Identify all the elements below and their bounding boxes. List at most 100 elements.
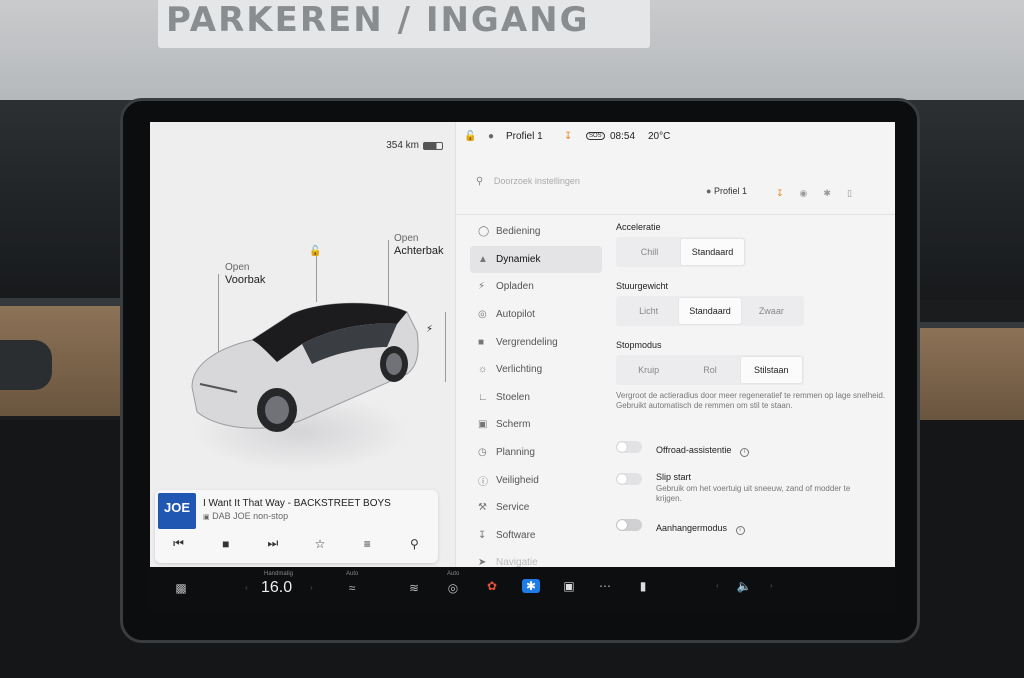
offroad-row: Offroad-assistentie i bbox=[616, 440, 886, 458]
touchscreen: 354 km Open Voorbak Open Achterbak 🔓 ⚡ J… bbox=[150, 122, 895, 567]
menu-item-scherm[interactable]: ▣ Scherm bbox=[470, 411, 602, 439]
menu-label: Veiligheid bbox=[496, 474, 539, 486]
stuurgewicht-segmented-control: Licht Standaard Zwaar bbox=[616, 296, 804, 326]
calendar-icon[interactable]: ▣ bbox=[560, 579, 578, 593]
menu-label: Autopilot bbox=[496, 309, 535, 321]
software-update-icon[interactable]: ↧ bbox=[776, 188, 784, 199]
aanhanger-label: Aanhangermodus bbox=[656, 523, 728, 533]
seat-heater-icon[interactable]: ≈ bbox=[343, 581, 361, 595]
menu-item-planning[interactable]: ◷ Planning bbox=[470, 439, 602, 467]
download-icon[interactable]: ↧ bbox=[564, 131, 572, 142]
car-panel: 354 km Open Voorbak Open Achterbak 🔓 ⚡ J… bbox=[150, 122, 455, 567]
charge-port-bolt-icon[interactable]: ⚡ bbox=[426, 324, 433, 335]
menu-item-navigatie[interactable]: ➤ Navigatie bbox=[470, 549, 602, 567]
media-player[interactable]: JOE I Want It That Way - BACKSTREET BOYS… bbox=[155, 490, 438, 563]
seat-icon: ∟ bbox=[478, 391, 488, 403]
stuurgewicht-standaard-option[interactable]: Standaard bbox=[679, 298, 741, 324]
temp-up-chevron-icon[interactable]: › bbox=[310, 583, 313, 592]
equalizer-icon[interactable]: ≡ bbox=[355, 537, 379, 551]
settings-profile-name: Profiel 1 bbox=[713, 186, 747, 196]
slip-start-label: Slip start bbox=[656, 472, 692, 482]
info-icon[interactable]: i bbox=[739, 448, 749, 457]
menu-item-stoelen[interactable]: ∟ Stoelen bbox=[470, 384, 602, 412]
menu-item-bediening[interactable]: ◯ Bediening bbox=[470, 218, 602, 246]
car-icon[interactable]: ▩ bbox=[172, 581, 190, 595]
aanhangermodus-toggle[interactable] bbox=[616, 519, 642, 531]
menu-item-vergrendeling[interactable]: ■ Vergrendeling bbox=[470, 328, 602, 356]
bolt-icon: ⚡ bbox=[478, 281, 486, 293]
wrench-icon: ⚒ bbox=[478, 502, 487, 514]
lte-signal-icon[interactable]: ▯ bbox=[847, 188, 852, 199]
menu-item-autopilot[interactable]: ◎ Autopilot bbox=[470, 301, 602, 329]
station-text: DAB JOE non-stop bbox=[212, 511, 289, 521]
offroad-label: Offroad-assistentie bbox=[656, 445, 732, 455]
slip-start-row: Slip start Gebruik om het voertuig uit s… bbox=[616, 472, 886, 504]
menu-item-opladen[interactable]: ⚡ Opladen bbox=[470, 273, 602, 301]
slip-start-toggle[interactable] bbox=[616, 473, 642, 485]
acceleratie-chill-option[interactable]: Chill bbox=[618, 239, 681, 265]
previous-track-icon[interactable]: ⏮ bbox=[167, 536, 191, 551]
menu-item-software[interactable]: ↧ Software bbox=[470, 522, 602, 550]
stopmodus-rol-option[interactable]: Rol bbox=[679, 357, 740, 383]
menu-item-service[interactable]: ⚒ Service bbox=[470, 494, 602, 522]
menu-label: Vergrendeling bbox=[496, 336, 558, 348]
menu-label: Navigatie bbox=[496, 557, 538, 567]
seat-heater-mode-label: Auto bbox=[346, 571, 359, 577]
trunk-open-button[interactable]: Open Achterbak bbox=[394, 233, 444, 257]
stuurgewicht-licht-option[interactable]: Licht bbox=[618, 298, 679, 324]
cabin-temperature[interactable]: 16.0 bbox=[261, 579, 292, 597]
volume-icon[interactable]: 🔈 bbox=[735, 579, 753, 593]
temp-down-chevron-icon[interactable]: ‹ bbox=[245, 583, 248, 592]
stop-icon[interactable]: ■ bbox=[214, 537, 238, 551]
stopmodus-segmented-control: Kruip Rol Stilstaan bbox=[616, 355, 804, 385]
stopmodus-stilstaan-option[interactable]: Stilstaan bbox=[740, 357, 802, 383]
steering-stalk bbox=[0, 340, 52, 390]
radio-icon: ▣ bbox=[203, 514, 210, 521]
owners-manual-icon[interactable]: ▮ bbox=[634, 579, 652, 593]
trunk-label: Achterbak bbox=[394, 245, 444, 257]
stuurgewicht-title: Stuurgewicht bbox=[616, 281, 669, 291]
stopmodus-title: Stopmodus bbox=[616, 340, 662, 350]
acceleratie-standaard-option[interactable]: Standaard bbox=[681, 239, 744, 265]
unlock-icon[interactable]: 🔓 bbox=[309, 246, 321, 257]
sos-icon[interactable]: SOS bbox=[586, 132, 605, 140]
bluetooth-icon[interactable]: ✱ bbox=[823, 188, 831, 199]
info-icon[interactable]: i bbox=[735, 526, 745, 535]
frunk-open-button[interactable]: Open Voorbak bbox=[225, 262, 265, 286]
toggle-icon: ◯ bbox=[478, 226, 490, 238]
car-3d-icon[interactable] bbox=[182, 292, 422, 442]
volume-up-chevron-icon[interactable]: › bbox=[770, 581, 773, 590]
acceleratie-title: Acceleratie bbox=[616, 222, 661, 232]
bluetooth-icon[interactable]: ✱ bbox=[522, 579, 540, 593]
offroad-toggle[interactable] bbox=[616, 441, 642, 453]
steering-wheel-heater-icon[interactable]: ◎ bbox=[444, 581, 462, 595]
range-text: 354 km bbox=[386, 140, 419, 151]
more-apps-icon[interactable]: ⋯ bbox=[596, 579, 614, 593]
volume-down-chevron-icon[interactable]: ‹ bbox=[716, 581, 719, 590]
stuurgewicht-zwaar-option[interactable]: Zwaar bbox=[741, 298, 802, 324]
defrost-icon[interactable]: ≋ bbox=[405, 581, 423, 595]
menu-label: Bediening bbox=[496, 226, 541, 238]
lock-icon[interactable]: 🔓 bbox=[464, 131, 476, 142]
menu-item-veiligheid[interactable]: ⓘ Veiligheid bbox=[470, 466, 602, 494]
next-track-icon[interactable]: ⏭ bbox=[261, 536, 285, 551]
trunk-state: Open bbox=[394, 233, 419, 244]
bell-icon[interactable]: ◉ bbox=[800, 188, 808, 199]
stopmodus-kruip-option[interactable]: Kruip bbox=[618, 357, 679, 383]
profile-icon[interactable]: ● bbox=[488, 131, 494, 142]
toybox-icon[interactable]: ✿ bbox=[483, 579, 501, 593]
search-icon: ⚲ bbox=[476, 176, 484, 187]
search-icon[interactable]: ⚲ bbox=[402, 537, 426, 551]
stopmodus-description: Vergroot de actieradius door meer regene… bbox=[616, 391, 886, 410]
menu-label: Verlichting bbox=[496, 364, 543, 376]
steering-wheel-icon: ◎ bbox=[478, 309, 487, 321]
range-indicator: 354 km bbox=[386, 140, 443, 151]
settings-panel: 🔓 ● Profiel 1 ↧ SOS 08:54 20°C ⚲ Doorzoe… bbox=[455, 122, 895, 567]
settings-profile[interactable]: ● Profiel 1 bbox=[706, 186, 747, 196]
menu-item-dynamiek[interactable]: ▲ Dynamiek bbox=[470, 245, 602, 274]
settings-search-input[interactable]: ⚲ Doorzoek instellingen bbox=[476, 176, 580, 187]
menu-label: Stoelen bbox=[496, 391, 530, 403]
profile-name[interactable]: Profiel 1 bbox=[506, 131, 543, 142]
menu-item-verlichting[interactable]: ☼ Verlichting bbox=[470, 356, 602, 384]
favorite-star-icon[interactable]: ☆ bbox=[308, 537, 332, 551]
